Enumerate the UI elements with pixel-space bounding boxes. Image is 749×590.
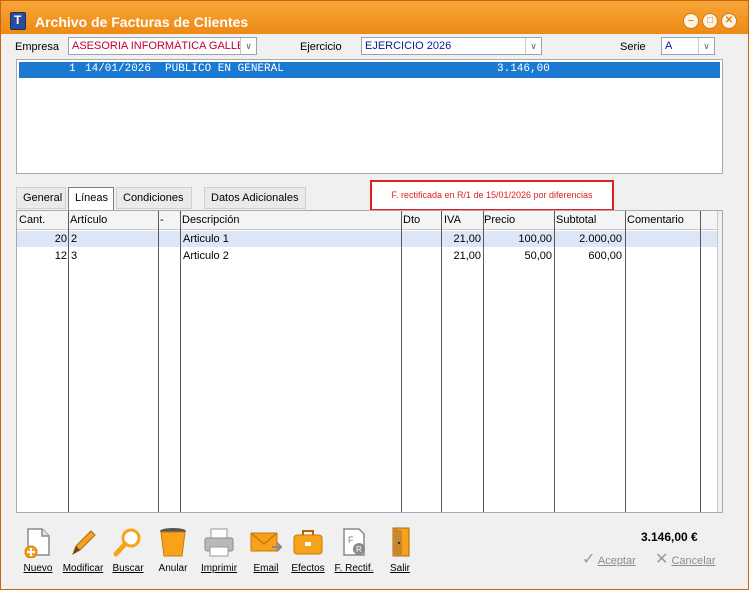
table-row[interactable]: 12 3 Articulo 2 21,00 50,00 600,00 [17, 248, 722, 264]
close-button[interactable]: ✕ [721, 13, 737, 29]
col-descripcion[interactable]: Descripción [182, 214, 239, 226]
col-precio[interactable]: Precio [484, 214, 515, 226]
efectos-button[interactable]: Efectos [285, 522, 331, 578]
app-icon [10, 12, 26, 30]
chevron-down-icon[interactable]: ∨ [240, 38, 256, 54]
col-dash[interactable]: - [160, 214, 164, 226]
cancelar-button[interactable]: ✕ Cancelar [655, 549, 716, 569]
invoice-window: Archivo de Facturas de Clientes – □ ✕ Em… [0, 0, 749, 590]
invoice-total: 3.146,00 € [641, 530, 698, 544]
magnifier-icon [113, 528, 141, 557]
col-cant[interactable]: Cant. [19, 214, 45, 226]
col-iva[interactable]: IVA [444, 214, 461, 226]
tab-general[interactable]: General [16, 187, 66, 209]
empresa-select[interactable]: ASESORIA INFORMÁTICA GALLEGA ∨ [68, 37, 257, 55]
anular-button[interactable]: Anular [150, 522, 196, 578]
minimize-button[interactable]: – [683, 13, 699, 29]
new-document-icon [24, 528, 50, 558]
invoice-list-row[interactable]: 1 14/01/2026 PUBLICO EN GENERAL 3.146,00 [19, 62, 720, 78]
tab-lineas[interactable]: Líneas [68, 187, 114, 211]
col-articulo[interactable]: Artículo [70, 214, 107, 226]
column-divider [483, 211, 484, 512]
serie-label: Serie [620, 41, 646, 53]
nuevo-button[interactable]: Nuevo [15, 522, 61, 578]
column-divider [401, 211, 402, 512]
window-title: Archivo de Facturas de Clientes [35, 14, 249, 30]
column-divider [158, 211, 159, 512]
svg-text:R: R [356, 545, 362, 554]
col-subtotal[interactable]: Subtotal [556, 214, 596, 226]
modificar-button[interactable]: Modificar [60, 522, 106, 578]
aceptar-button[interactable]: ✓ Aceptar [582, 549, 636, 569]
col-comentario[interactable]: Comentario [627, 214, 684, 226]
column-divider [180, 211, 181, 512]
buscar-button[interactable]: Buscar [105, 522, 151, 578]
ejercicio-select[interactable]: EJERCICIO 2026 ∨ [361, 37, 542, 55]
rectification-icon: F R [343, 528, 365, 556]
cancel-x-icon: ✕ [655, 551, 669, 568]
trash-bin-icon [160, 528, 186, 557]
imprimir-button[interactable]: Imprimir [196, 522, 242, 578]
tab-condiciones[interactable]: Condiciones [116, 187, 192, 209]
chevron-down-icon[interactable]: ∨ [698, 38, 714, 54]
invoice-list[interactable]: 1 14/01/2026 PUBLICO EN GENERAL 3.146,00 [16, 59, 723, 174]
salir-button[interactable]: Salir [377, 522, 423, 578]
rectification-notice: F. rectificada en R/1 de 15/01/2026 por … [370, 180, 614, 211]
briefcase-icon [293, 530, 323, 555]
column-divider [700, 211, 701, 512]
lines-grid[interactable]: Cant. Artículo - Descripción Dto IVA Pre… [16, 210, 723, 513]
chevron-down-icon[interactable]: ∨ [525, 38, 541, 54]
vertical-scrollbar[interactable] [717, 211, 722, 512]
svg-text:F: F [348, 535, 354, 545]
ejercicio-label: Ejercicio [300, 41, 342, 53]
tab-datos-adicionales[interactable]: Datos Adicionales [204, 187, 306, 209]
grid-header: Cant. Artículo - Descripción Dto IVA Pre… [17, 211, 722, 230]
maximize-button[interactable]: □ [702, 13, 718, 29]
column-divider [68, 211, 69, 512]
column-divider [625, 211, 626, 512]
pencil-icon [72, 530, 96, 556]
title-bar[interactable]: Archivo de Facturas de Clientes – □ ✕ [1, 1, 748, 34]
column-divider [441, 211, 442, 512]
serie-select[interactable]: A ∨ [661, 37, 715, 55]
col-dto[interactable]: Dto [403, 214, 420, 226]
rectif-button[interactable]: F R F. Rectif. [331, 522, 377, 578]
printer-icon [204, 528, 234, 557]
table-row[interactable]: 20 2 Articulo 1 21,00 100,00 2.000,00 [17, 231, 722, 247]
empresa-label: Empresa [15, 41, 60, 53]
envelope-icon [250, 532, 282, 552]
check-icon: ✓ [582, 551, 596, 568]
exit-door-icon [392, 527, 410, 557]
column-divider [554, 211, 555, 512]
